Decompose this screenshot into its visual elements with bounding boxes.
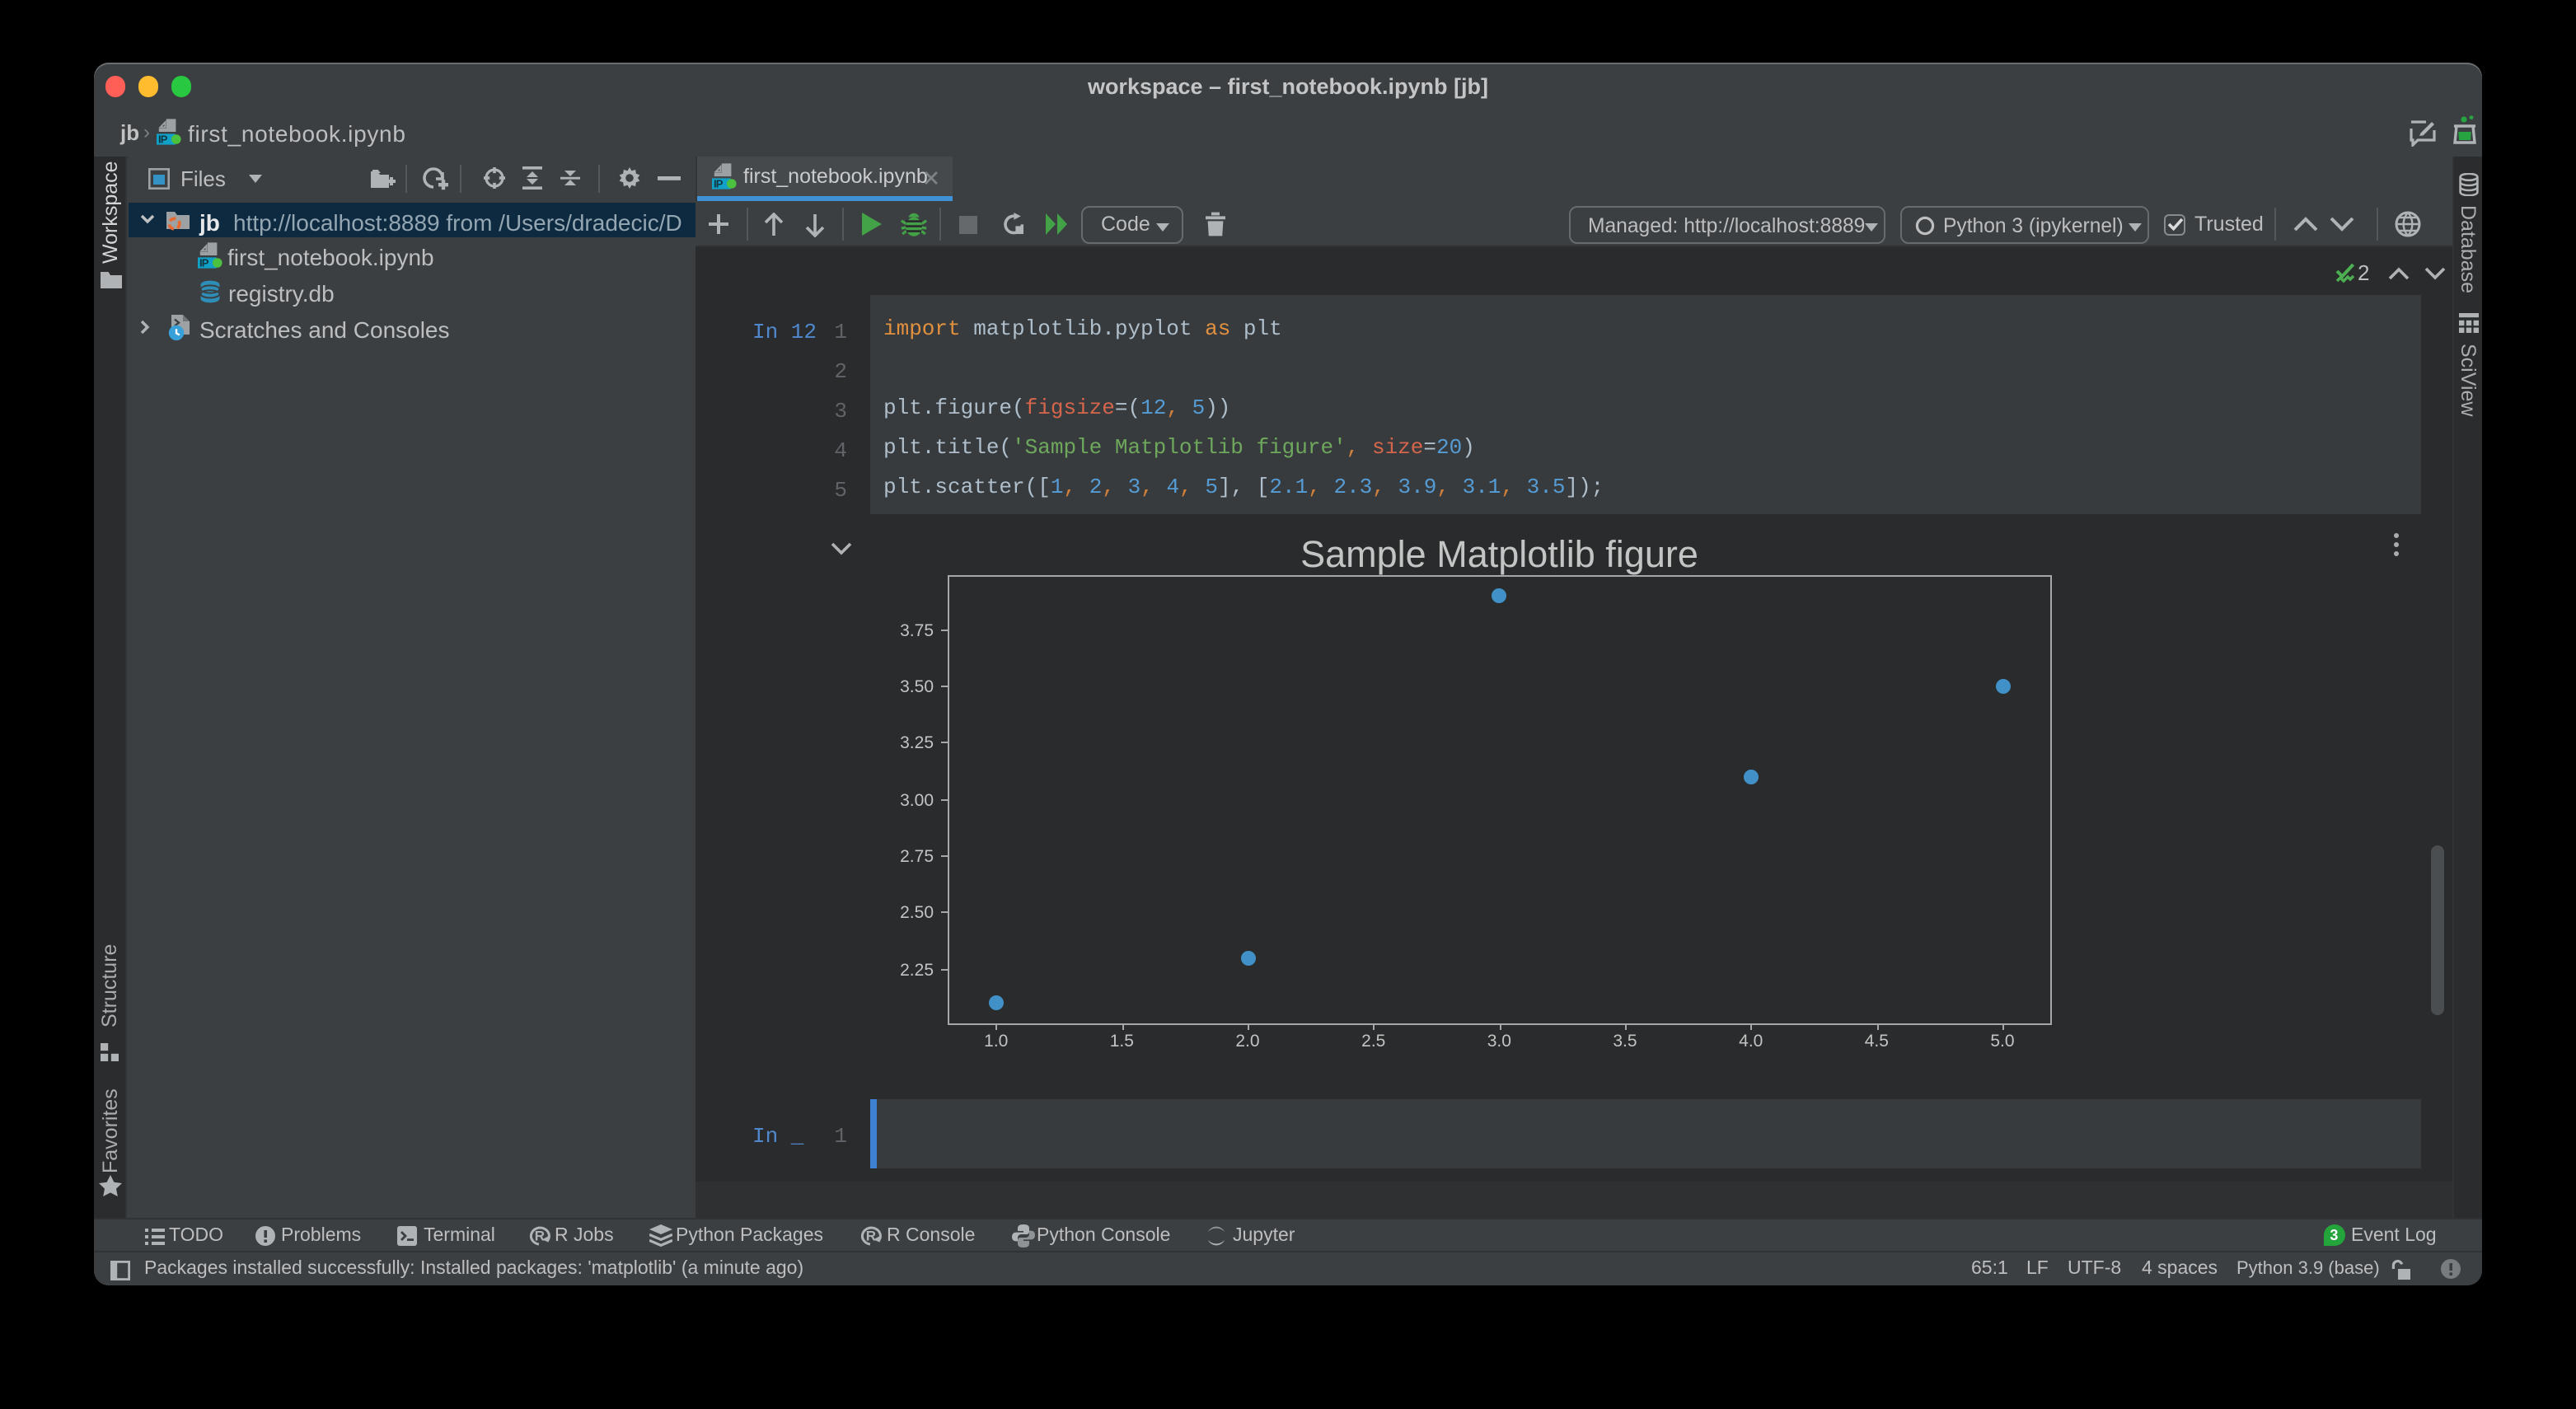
- svg-text:3: 3: [2329, 1227, 2337, 1243]
- svg-text:IP: IP: [714, 177, 724, 190]
- svg-text:R: R: [866, 1228, 876, 1243]
- svg-text:IP: IP: [199, 257, 209, 269]
- svg-text:R: R: [535, 1228, 545, 1243]
- svg-text:IP: IP: [158, 133, 168, 145]
